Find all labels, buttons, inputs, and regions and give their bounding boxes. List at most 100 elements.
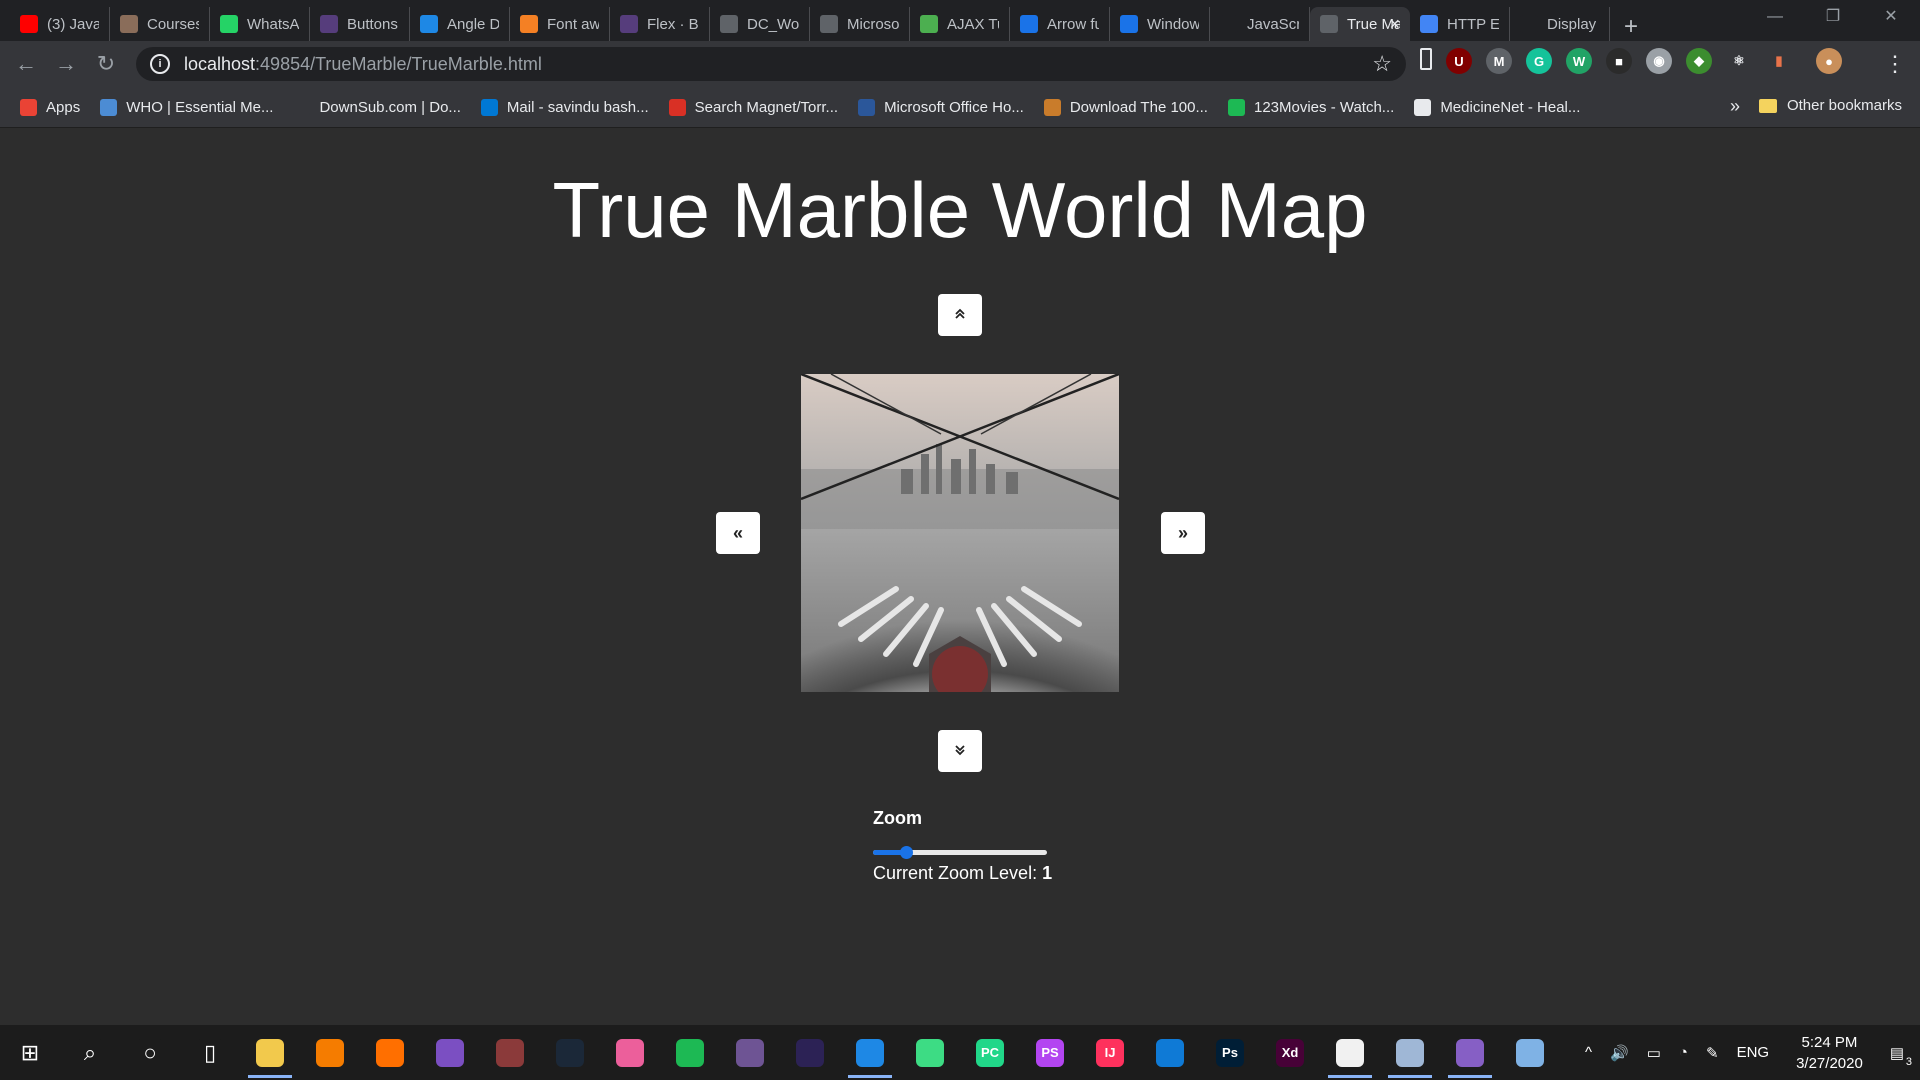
tab[interactable]: Angle Double: [410, 7, 510, 41]
other-bookmarks[interactable]: Other bookmarks: [1758, 97, 1902, 114]
bookmark-item[interactable]: Mail - savindu bash...: [480, 98, 649, 116]
tab[interactable]: Window: [1110, 7, 1210, 41]
tab[interactable]: Flex · Bootstrap: [610, 7, 710, 41]
tab[interactable]: Arrow function: [1010, 7, 1110, 41]
zoom-slider[interactable]: [873, 843, 1047, 863]
bookmark-item[interactable]: 123Movies - Watch...: [1227, 98, 1394, 116]
arrow-icon: [1120, 15, 1138, 33]
palette-extension-icon[interactable]: ◆: [1686, 48, 1712, 74]
pan-right-button[interactable]: »: [1161, 512, 1205, 554]
site-info-icon[interactable]: i: [150, 54, 170, 74]
cube-extension-icon[interactable]: ■: [1606, 48, 1632, 74]
taskbar-button[interactable]: [1140, 1025, 1200, 1080]
xd-icon: Xd: [1276, 1038, 1304, 1067]
taskbar-button[interactable]: PS: [1020, 1025, 1080, 1080]
taskbar-button[interactable]: [1320, 1025, 1380, 1080]
taskbar-button[interactable]: Xd: [1260, 1025, 1320, 1080]
bookmark-label: Apps: [46, 98, 81, 116]
taskbar-button[interactable]: Ps: [1200, 1025, 1260, 1080]
volume-icon[interactable]: 🔊: [1610, 1044, 1629, 1062]
notifications-icon[interactable]: ▤ 3: [1890, 1044, 1912, 1068]
taskbar-button[interactable]: [720, 1025, 780, 1080]
battery-icon[interactable]: ▭: [1647, 1044, 1661, 1062]
taskbar-button[interactable]: IJ: [1080, 1025, 1140, 1080]
bookmark-item[interactable]: Microsoft Office Ho...: [858, 98, 1024, 116]
taskbar-button[interactable]: [240, 1025, 300, 1080]
flag-extension-icon[interactable]: ▮: [1766, 48, 1792, 74]
taskbar-button[interactable]: ▯: [180, 1025, 240, 1080]
taskbar-button[interactable]: PC: [960, 1025, 1020, 1080]
ublock-icon[interactable]: U: [1446, 48, 1472, 74]
winrar-icon: [496, 1038, 524, 1067]
pan-left-button[interactable]: «: [716, 512, 760, 554]
clock[interactable]: 5:24 PM 3/27/2020: [1796, 1032, 1863, 1074]
reload-button[interactable]: ↻: [86, 51, 126, 77]
tab[interactable]: Microsoft: [810, 7, 910, 41]
extensions-area: U M G W ■ ◉ ◆ ⚛ ▮ ●: [1420, 48, 1842, 74]
spotify-icon: [676, 1038, 704, 1067]
grammarly-icon[interactable]: G: [1526, 48, 1552, 74]
react-devtools-icon[interactable]: ⚛: [1726, 48, 1752, 74]
bookmark-item[interactable]: Apps: [20, 98, 81, 116]
taskbar-button[interactable]: [540, 1025, 600, 1080]
taskbar-button[interactable]: [1440, 1025, 1500, 1080]
address-bar[interactable]: i localhost :49854/TrueMarble/TrueMarble…: [136, 47, 1406, 81]
taskbar-button[interactable]: [300, 1025, 360, 1080]
taskbar-button[interactable]: [660, 1025, 720, 1080]
forward-button[interactable]: →: [46, 51, 86, 77]
wifi-icon[interactable]: ◔: [1679, 1044, 1688, 1061]
reading-list-icon[interactable]: [1420, 48, 1432, 70]
bookmark-label: Mail - savindu bash...: [506, 98, 649, 116]
taskbar-button[interactable]: [420, 1025, 480, 1080]
pan-up-button[interactable]: [938, 294, 982, 336]
current-zoom-level: Current Zoom Level: 1: [873, 863, 1173, 884]
taskbar-button[interactable]: ⊞: [0, 1025, 60, 1080]
bookmark-item[interactable]: WHO | Essential Me...: [100, 98, 273, 116]
taskbar-button[interactable]: [600, 1025, 660, 1080]
outlook-icon: [480, 98, 498, 116]
bookmark-item[interactable]: MedicineNet - Heal...: [1414, 98, 1580, 116]
profile-avatar[interactable]: ●: [1816, 48, 1842, 74]
taskbar-button[interactable]: [1380, 1025, 1440, 1080]
tray-overflow-icon[interactable]: ^: [1585, 1044, 1592, 1061]
tab[interactable]: WhatsApp: [210, 7, 310, 41]
close-tab-icon[interactable]: ×: [1389, 14, 1400, 35]
taskbar-button[interactable]: [480, 1025, 540, 1080]
bookmark-item[interactable]: Download The 100...: [1043, 98, 1208, 116]
close-window-button[interactable]: ✕: [1862, 0, 1920, 34]
wordpress-icon[interactable]: W: [1566, 48, 1592, 74]
pen-icon[interactable]: ✎: [1706, 1044, 1719, 1062]
tab[interactable]: Buttons: [310, 7, 410, 41]
taskbar-button[interactable]: [900, 1025, 960, 1080]
taskbar-button[interactable]: ⌕: [60, 1025, 120, 1080]
tab[interactable]: DC_World: [710, 7, 810, 41]
taskbar-button[interactable]: [360, 1025, 420, 1080]
tab[interactable]: AJAX Tutorial: [910, 7, 1010, 41]
restore-button[interactable]: ❐: [1804, 0, 1862, 34]
mega-icon[interactable]: M: [1486, 48, 1512, 74]
tab[interactable]: True Marble×: [1310, 7, 1410, 41]
snipping-icon: [1396, 1038, 1424, 1067]
taskbar-button[interactable]: [840, 1025, 900, 1080]
bookmark-item[interactable]: Search Magnet/Torr...: [668, 98, 838, 116]
tab[interactable]: Font awesome: [510, 7, 610, 41]
minimize-button[interactable]: —: [1746, 0, 1804, 34]
language-indicator[interactable]: ENG: [1737, 1044, 1770, 1061]
bookmarks-overflow-button[interactable]: »: [1730, 96, 1740, 117]
browser-menu-icon[interactable]: ⋮: [1884, 51, 1906, 77]
taskbar-button[interactable]: [1500, 1025, 1560, 1080]
tab[interactable]: Display: [1510, 7, 1610, 41]
tab[interactable]: HTTP Error: [1410, 7, 1510, 41]
pan-down-button[interactable]: [938, 730, 982, 772]
camera-extension-icon[interactable]: ◉: [1646, 48, 1672, 74]
bookmark-star-icon[interactable]: ☆: [1372, 51, 1392, 77]
tab[interactable]: (3) JavaScript: [10, 7, 110, 41]
taskbar-button[interactable]: [780, 1025, 840, 1080]
back-button[interactable]: ←: [6, 51, 46, 77]
tab[interactable]: Courses: [110, 7, 210, 41]
zoom-slider-thumb[interactable]: [900, 846, 914, 859]
new-tab-button[interactable]: +: [1624, 13, 1638, 41]
tab[interactable]: JavaScript: [1210, 7, 1310, 41]
bookmark-item[interactable]: DownSub.com | Do...: [293, 98, 461, 116]
taskbar-button[interactable]: ○: [120, 1025, 180, 1080]
